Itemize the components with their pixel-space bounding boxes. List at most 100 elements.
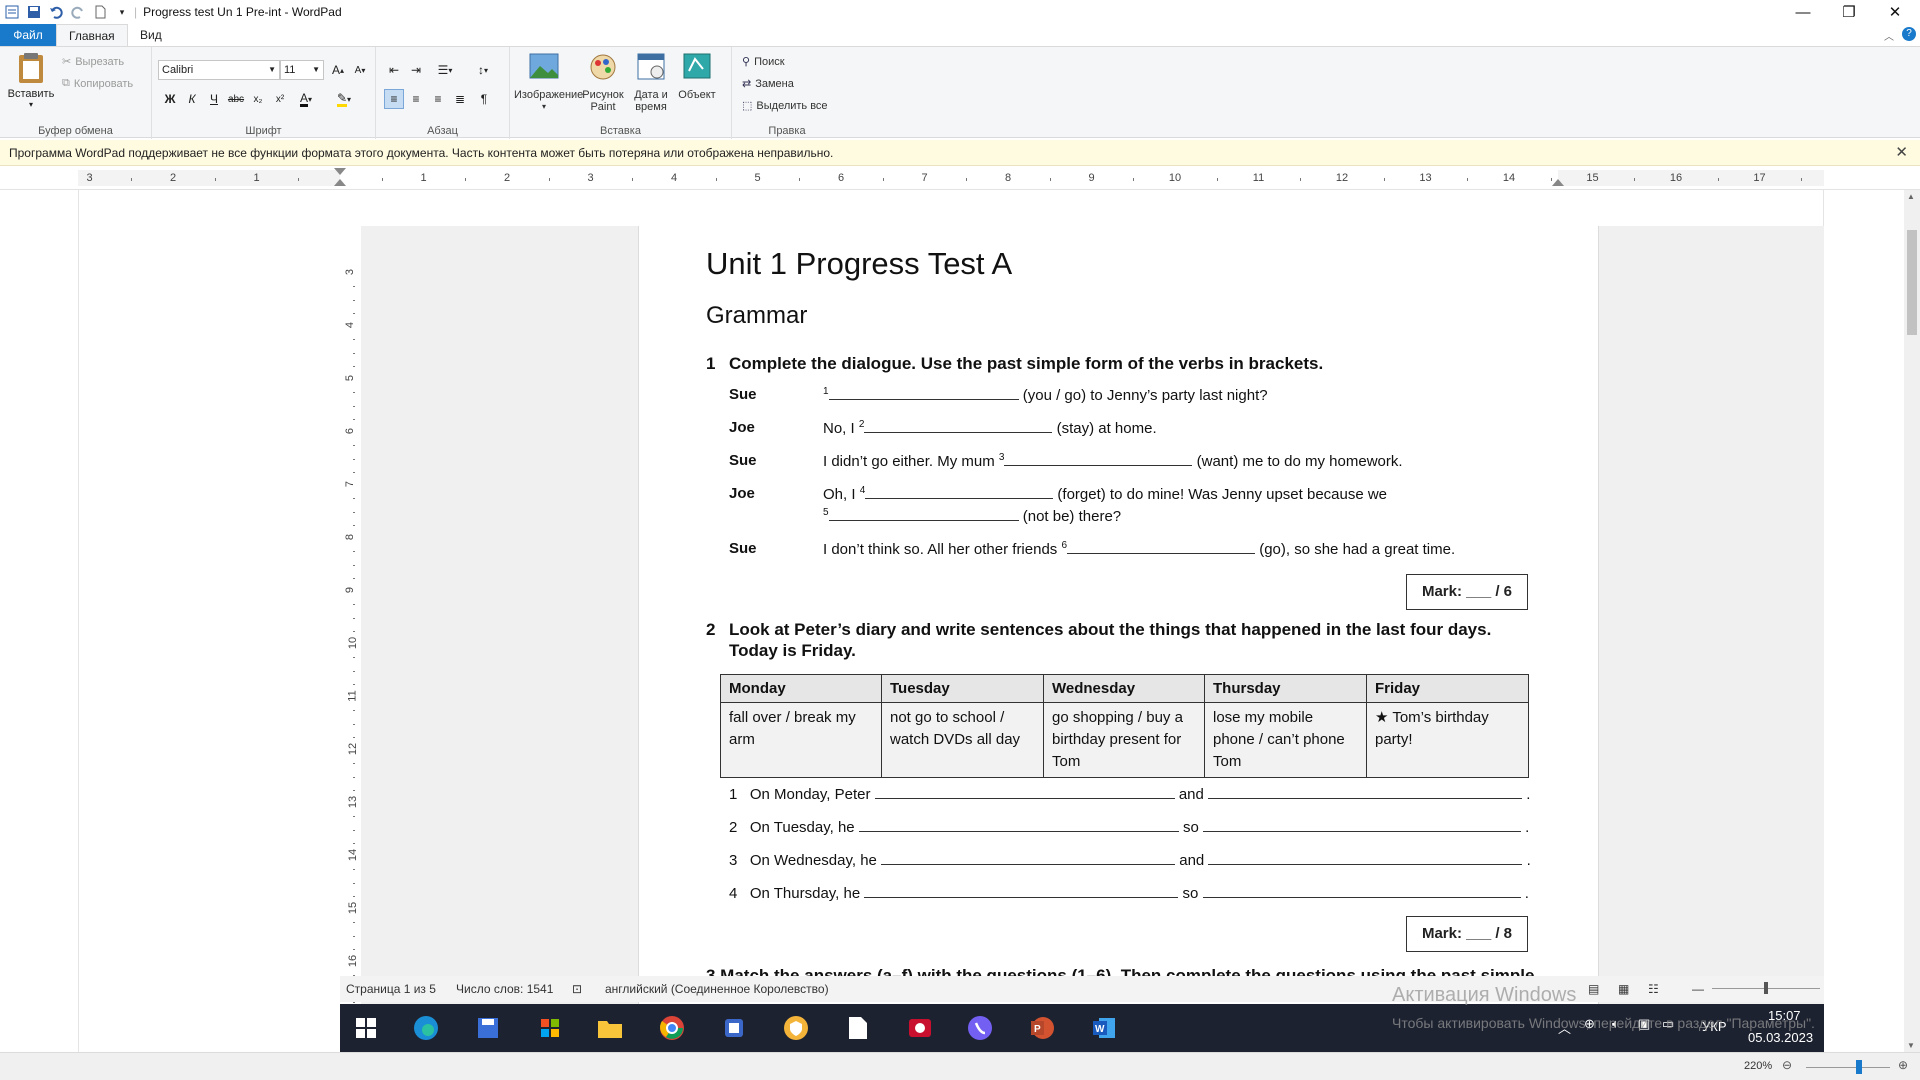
page-count: Страница 1 из 5 [346,982,436,996]
app-icon[interactable] [720,1014,748,1042]
dialogue-text: I didn’t go either. My mum 3 (want) me t… [823,452,1403,470]
word-icon[interactable]: W [1090,1014,1118,1042]
right-indent-marker[interactable] [1552,179,1564,186]
font-size-select[interactable]: 11 ▼ [280,60,324,80]
spellcheck-icon[interactable]: ⊡ [572,976,582,1002]
zoom-level[interactable]: 220% [1744,1060,1772,1072]
decrease-indent-icon[interactable]: ⇤ [384,60,404,80]
horizontal-ruler[interactable]: 3 2 1 1 2 3 4 5 6 7 8 9 10 11 12 13 14 15 16 17 [0,168,1920,190]
vertical-ruler-tick [353,670,355,672]
vpn-shield-icon[interactable] [782,1014,810,1042]
find-button[interactable]: ⚲ Поиск [742,55,785,69]
close-icon[interactable]: ✕ [1895,140,1908,166]
wordpad-app-icon[interactable] [2,2,22,22]
save-floppy-icon[interactable] [474,1014,502,1042]
copy-button[interactable]: ⧉ Копировать [62,77,133,90]
align-left-icon[interactable]: ≡ [384,89,404,109]
document-area[interactable]: 3 4 5 6 7 8 9 10 11 12 13 14 15 16 Unit 1 Progress Te… [0,190,1904,1052]
underline-icon[interactable]: Ч [204,89,224,109]
align-right-icon[interactable]: ≡ [428,89,448,109]
language-indicator[interactable]: английский (Соединенное Королевство) [605,976,829,1002]
screen-recorder-icon[interactable] [906,1014,934,1042]
collapse-ribbon-icon[interactable]: ︿ [1884,28,1894,43]
line-spacing-icon[interactable]: ↕ ▾ [468,60,498,80]
paint-drawing-button[interactable]: Рисунок Paint [580,51,626,113]
microsoft-store-icon[interactable] [536,1014,564,1042]
tab-file[interactable]: Файл [0,24,56,46]
vertical-scrollbar[interactable]: ▲ ▼ [1904,190,1920,1052]
mark-box: Mark: ___ / 8 [1406,916,1528,952]
zoom-in-icon[interactable]: ⊕ [1898,1058,1908,1072]
document-title: Unit 1 Progress Test A [706,246,1013,281]
scrollbar-thumb[interactable] [1907,230,1917,335]
maximize-button[interactable]: ❐ [1826,0,1872,24]
close-button[interactable]: ✕ [1872,0,1918,24]
justify-icon[interactable]: ≣ [450,89,470,109]
paste-button[interactable]: Вставить ▾ [6,51,56,109]
dialogue-text: No, I 2 (stay) at home. [823,419,1157,437]
cut-button[interactable]: ✂ Вырезать [62,55,124,69]
new-document-icon[interactable] [90,2,110,22]
left-indent-marker[interactable] [334,168,346,175]
clock-date[interactable]: 05.03.2023 [1748,1030,1813,1045]
table-cell: ★ Tom’s birthday party! [1366,702,1529,778]
document-icon[interactable] [844,1014,872,1042]
vertical-ruler-label: 13 [347,795,360,809]
table-cell: not go to school / watch DVDs all day [881,702,1044,778]
ruler-label: 2 [503,172,511,184]
paragraph-group-label: Абзац [427,125,458,137]
scroll-up-icon[interactable]: ▲ [1907,192,1915,201]
document-page[interactable]: Unit 1 Progress Test A Grammar 1 Complete… [640,226,1598,1052]
zoom-slider[interactable] [1806,1060,1890,1074]
picture-label: Изображение [514,89,584,101]
hanging-indent-marker[interactable] [334,179,346,186]
redo-icon[interactable] [68,2,88,22]
tab-home[interactable]: Главная [56,24,128,46]
powerpoint-icon[interactable]: P [1028,1014,1056,1042]
vertical-ruler-tick [353,312,355,314]
superscript-icon[interactable]: x² [270,89,290,109]
customize-quick-access-icon[interactable]: ▾ [112,2,132,22]
copy-icon: ⧉ [62,77,70,89]
paragraph-settings-icon[interactable]: ¶ [474,89,494,109]
vertical-ruler-tick [353,524,355,526]
bold-icon[interactable]: Ж [160,89,180,109]
vertical-ruler-tick [353,882,355,884]
ruler-label: 10 [1168,172,1182,184]
speaker: Sue [729,386,757,403]
undo-icon[interactable] [46,2,66,22]
save-icon[interactable] [24,2,44,22]
text-color-icon[interactable]: A ▾ [296,89,316,109]
scroll-down-icon[interactable]: ▼ [1907,1041,1915,1050]
editing-group-label: Правка [768,125,806,137]
sentence-line: 4 On Thursday, he so . [729,885,1529,902]
insert-group: Изображение ▾ Рисунок Paint Дата и время … [510,47,732,139]
task-text: Look at Peter’s diary and write sentence… [729,620,1492,639]
insert-picture-button[interactable]: Изображение ▾ [514,51,584,113]
chrome-icon[interactable] [658,1014,686,1042]
viber-icon[interactable] [966,1014,994,1042]
grow-font-icon[interactable]: A ▴ [328,60,348,80]
italic-icon[interactable]: К [182,89,202,109]
increase-indent-icon[interactable]: ⇥ [406,60,426,80]
insert-datetime-button[interactable]: Дата и время [628,51,674,113]
file-explorer-icon[interactable] [596,1014,624,1042]
shrink-font-icon[interactable]: A ▾ [350,60,370,80]
strikethrough-icon[interactable]: abc [226,89,246,109]
subscript-icon[interactable]: x₂ [248,89,268,109]
tab-view[interactable]: Вид [128,24,174,46]
align-center-icon[interactable]: ≡ [406,89,426,109]
insert-object-button[interactable]: Объект [674,51,720,101]
vertical-ruler-tick [353,352,355,354]
minimize-button[interactable]: — [1780,0,1826,24]
replace-button[interactable]: ⇄ Замена [742,77,794,91]
zoom-out-icon[interactable]: ⊖ [1782,1058,1792,1072]
windows-start-icon[interactable] [352,1014,380,1042]
highlight-color-icon[interactable]: ✎ ▾ [334,89,354,109]
task-2-instruction-line2: Today is Friday. [729,641,856,660]
select-all-button[interactable]: ⬚ Выделить все [742,99,828,113]
font-family-select[interactable]: Calibri ▼ [158,60,280,80]
edge-browser-icon[interactable] [412,1014,440,1042]
help-icon[interactable]: ? [1902,27,1916,41]
bullets-list-icon[interactable]: ☰ ▾ [430,60,460,80]
